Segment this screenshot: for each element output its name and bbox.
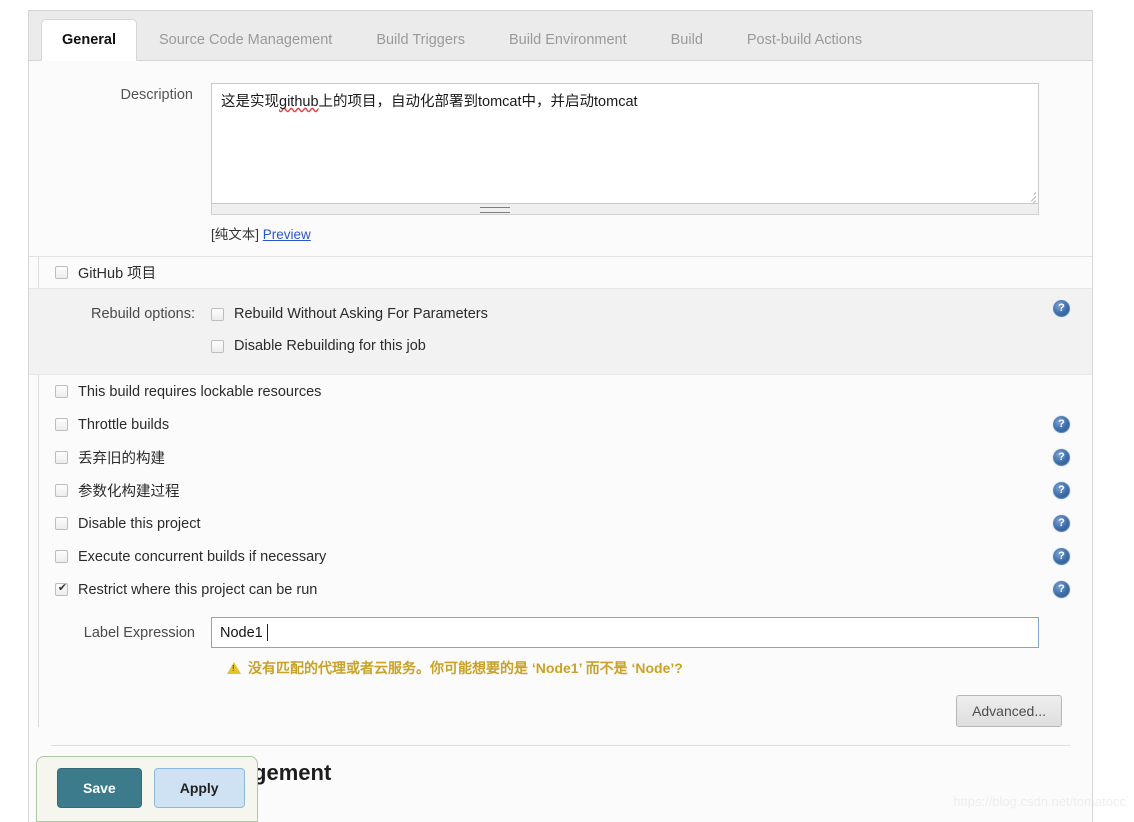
- floating-action-bar: Save Apply: [36, 756, 258, 822]
- description-field: 这是实现github上的项目，自动化部署到tomcat中，并启动tomcat […: [211, 83, 1039, 243]
- description-row: Description 这是实现github上的项目，自动化部署到tomcat中…: [29, 61, 1092, 243]
- github-project-label: GitHub 项目: [78, 266, 157, 282]
- save-button[interactable]: Save: [57, 768, 142, 808]
- option-disable-project[interactable]: Disable this project: [29, 507, 1092, 540]
- description-format-note: [纯文本]: [211, 227, 260, 242]
- textarea-resize-handle-icon[interactable]: [1024, 189, 1037, 203]
- rebuild-options-label: Rebuild options:: [91, 306, 195, 322]
- help-icon-throttle-builds[interactable]: [1053, 416, 1070, 433]
- disable-rebuilding-checkbox[interactable]: [211, 339, 224, 353]
- concurrent-builds-checkbox[interactable]: [55, 550, 68, 563]
- help-icon-restrict-where-run[interactable]: [1053, 581, 1070, 598]
- description-text-prefix: 这是实现: [221, 94, 279, 110]
- advanced-button-wrap: Advanced...: [29, 678, 1092, 727]
- label-expression-row: Label Expression Node1: [29, 606, 1092, 648]
- rebuild-option-row-2: Disable Rebuilding for this job: [29, 330, 1092, 362]
- label-expression-input[interactable]: Node1: [211, 617, 1039, 648]
- advanced-button[interactable]: Advanced...: [956, 695, 1062, 727]
- rebuild-option-row-1: Rebuild options: Rebuild Without Asking …: [29, 298, 1092, 330]
- description-label: Description: [120, 87, 193, 103]
- general-form: Description 这是实现github上的项目，自动化部署到tomcat中…: [29, 61, 1092, 786]
- parameterized-build-label: 参数化构建过程: [78, 484, 180, 500]
- help-icon-discard-old-builds[interactable]: [1053, 449, 1070, 466]
- option-discard-old-builds[interactable]: 丢弃旧的构建: [29, 441, 1092, 474]
- label-expression-label: Label Expression: [83, 624, 195, 641]
- description-text-suffix: 上的项目，自动化部署到tomcat中，并启动tomcat: [318, 94, 638, 110]
- description-format-row: [纯文本] Preview: [211, 215, 1039, 243]
- option-concurrent-builds[interactable]: Execute concurrent builds if necessary: [29, 540, 1092, 573]
- help-icon-disable-project[interactable]: [1053, 515, 1070, 532]
- options-block: GitHub 项目 Rebuild options: Rebuild Witho…: [29, 256, 1092, 727]
- github-project-checkbox[interactable]: [55, 266, 68, 279]
- tab-build-environment[interactable]: Build Environment: [487, 32, 649, 61]
- discard-old-builds-label: 丢弃旧的构建: [78, 451, 165, 467]
- throttle-builds-label: Throttle builds: [78, 416, 170, 433]
- tab-post-build-actions[interactable]: Post-build Actions: [725, 32, 884, 61]
- text-caret: [266, 624, 268, 641]
- lockable-resources-label: This build requires lockable resources: [78, 383, 322, 400]
- description-text-misspelled: github: [279, 94, 319, 110]
- jenkins-job-config-screen: General Source Code Management Build Tri…: [0, 0, 1134, 822]
- rebuild-options-block: Rebuild options: Rebuild Without Asking …: [29, 288, 1092, 375]
- disable-project-checkbox[interactable]: [55, 517, 68, 530]
- tab-build-triggers[interactable]: Build Triggers: [354, 32, 487, 61]
- watermark: https://blog.csdn.net/tomatocc: [953, 794, 1126, 809]
- parameterized-build-checkbox[interactable]: [55, 484, 68, 497]
- throttle-builds-checkbox[interactable]: [55, 418, 68, 431]
- option-throttle-builds[interactable]: Throttle builds: [29, 408, 1092, 441]
- help-icon-concurrent-builds[interactable]: [1053, 548, 1070, 565]
- rebuild-without-asking-label: Rebuild Without Asking For Parameters: [234, 306, 488, 322]
- label-expression-warning-text: 没有匹配的代理或者云服务。你可能想要的是 ‘Node1’ 而不是 ‘Node’?: [248, 660, 683, 676]
- textarea-drag-handle[interactable]: [211, 204, 1039, 215]
- tab-build[interactable]: Build: [649, 32, 725, 61]
- restrict-where-run-checkbox[interactable]: [55, 581, 69, 596]
- tab-list: General Source Code Management Build Tri…: [29, 11, 1092, 61]
- option-github-project[interactable]: GitHub 项目: [29, 257, 1092, 288]
- restrict-where-run-label: Restrict where this project can be run: [78, 581, 318, 598]
- disable-project-label: Disable this project: [78, 515, 201, 532]
- discard-old-builds-checkbox[interactable]: [55, 451, 68, 464]
- lockable-resources-checkbox[interactable]: [55, 385, 68, 398]
- help-icon-parameterized-build[interactable]: [1053, 482, 1070, 499]
- rebuild-without-asking-checkbox[interactable]: [211, 307, 224, 321]
- description-textarea[interactable]: 这是实现github上的项目，自动化部署到tomcat中，并启动tomcat: [211, 83, 1039, 204]
- description-preview-link[interactable]: Preview: [263, 227, 311, 242]
- label-expression-warning: 没有匹配的代理或者云服务。你可能想要的是 ‘Node1’ 而不是 ‘Node’?: [29, 648, 1092, 678]
- label-expression-value: Node1: [220, 624, 263, 641]
- tab-general[interactable]: General: [41, 18, 137, 61]
- concurrent-builds-label: Execute concurrent builds if necessary: [78, 548, 327, 565]
- config-panel: General Source Code Management Build Tri…: [28, 10, 1093, 822]
- disable-rebuilding-label: Disable Rebuilding for this job: [234, 338, 426, 354]
- option-restrict-where-run[interactable]: Restrict where this project can be run: [29, 573, 1092, 606]
- option-parameterized-build[interactable]: 参数化构建过程: [29, 474, 1092, 507]
- tab-source-code-management[interactable]: Source Code Management: [137, 32, 354, 61]
- warning-triangle-icon: [227, 662, 241, 674]
- help-icon-rebuild-options[interactable]: [1053, 300, 1070, 317]
- config-tabbar: General Source Code Management Build Tri…: [29, 10, 1092, 61]
- apply-button[interactable]: Apply: [153, 768, 245, 808]
- option-lockable-resources[interactable]: This build requires lockable resources: [29, 375, 1092, 408]
